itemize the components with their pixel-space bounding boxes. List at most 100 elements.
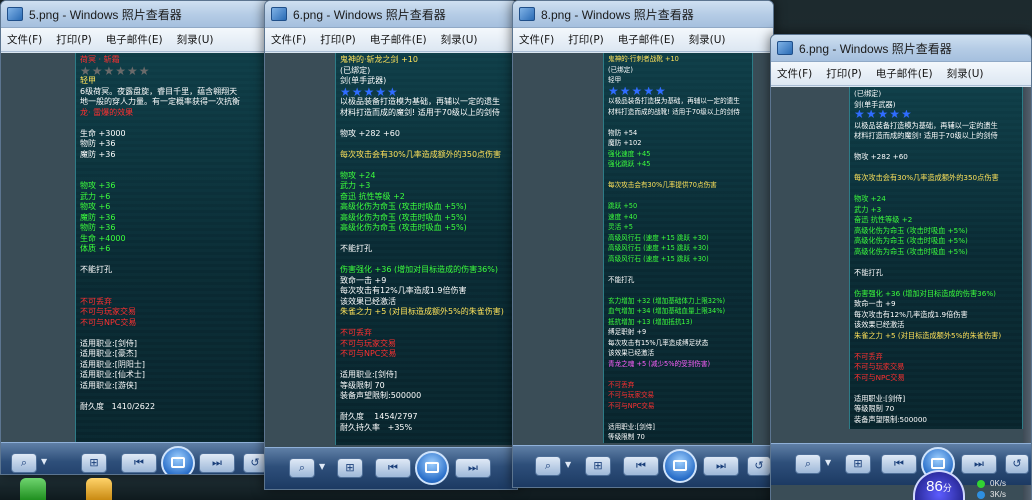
tooltip-line: 不可与玩家交易	[340, 338, 396, 348]
tooltip-line	[80, 286, 260, 297]
tooltip-line: 装备声望限制:500000	[854, 414, 927, 424]
zoom-dropdown-icon[interactable]: ▼	[565, 460, 571, 469]
previous-button[interactable]: ⏮	[121, 453, 157, 473]
menu-email[interactable]: 电子邮件(E)	[618, 32, 675, 47]
slideshow-icon	[673, 460, 687, 471]
next-button[interactable]: ⏭	[961, 454, 997, 474]
menu-burn[interactable]: 刻录(U)	[689, 32, 726, 47]
rotate-button[interactable]: ↺	[1005, 454, 1029, 474]
tooltip-line	[854, 425, 1018, 429]
tooltip-line: 轻甲	[80, 76, 96, 85]
tooltip-line: 体质 +6	[80, 244, 111, 253]
title-bar[interactable]: 6.png - Windows 照片查看器	[265, 1, 517, 28]
photo-viewer-window-5[interactable]: 5.png - Windows 照片查看器 文件(F) 打印(P) 电子邮件(E…	[0, 0, 272, 475]
zoom-button[interactable]: ⌕	[289, 458, 315, 478]
tooltip-line	[340, 234, 514, 245]
taskbar-app-icon[interactable]	[86, 478, 112, 500]
fit-icon: ⊞	[853, 457, 863, 470]
upload-speed: 0K/s	[990, 479, 1007, 488]
fit-icon: ⊞	[345, 461, 355, 474]
tooltip-line: 适用职业:[阴阳士]	[80, 359, 145, 369]
previous-button[interactable]: ⏮	[881, 454, 917, 474]
viewer-toolbar: ⌕ ▼ ⊞ ⏮ ⏭ ↺	[1, 442, 271, 474]
next-button[interactable]: ⏭	[455, 458, 491, 478]
window-title: 8.png - Windows 照片查看器	[541, 8, 694, 22]
tooltip-line: 不能打孔	[854, 267, 883, 277]
slideshow-button[interactable]	[161, 446, 195, 474]
slideshow-icon	[931, 458, 945, 469]
zoom-button[interactable]: ⌕	[11, 453, 37, 473]
tooltip-lines: 鬼神的·斩龙之剑 +10 (已绑定) 剑(单手武器) ★★★★★ 以极品装备打造模为基础…	[340, 55, 514, 433]
zoom-dropdown-icon[interactable]: ▼	[41, 457, 47, 466]
fit-button[interactable]: ⊞	[845, 454, 871, 474]
photo-viewer-window-8[interactable]: 8.png - Windows 照片查看器 文件(F) 打印(P) 电子邮件(E…	[512, 0, 774, 488]
previous-button[interactable]: ⏮	[375, 458, 411, 478]
next-button[interactable]: ⏭	[703, 456, 739, 476]
tooltip-line: 魔防 +36	[80, 149, 116, 159]
download-speed: 3K/s	[990, 490, 1007, 499]
menu-print[interactable]: 打印(P)	[56, 32, 92, 47]
photo-viewer-window-6-right[interactable]: 6.png - Windows 照片查看器 文件(F) 打印(P) 电子邮件(E…	[770, 34, 1032, 500]
tooltip-line	[340, 255, 514, 266]
taskbar-app-icon[interactable]	[20, 478, 46, 500]
tooltip-line: 材料打造而成的战靴! 适用于70级以上的剑侍	[608, 107, 740, 116]
title-bar[interactable]: 6.png - Windows 照片查看器	[771, 35, 1031, 62]
tooltip-line: 不能打孔	[340, 244, 372, 253]
prev-icon: ⏮	[388, 461, 398, 474]
menu-file[interactable]: 文件(F)	[271, 32, 306, 47]
tooltip-line: 材料打造而成的魔剑! 适用于70级以上的剑侍	[340, 107, 500, 117]
menu-file[interactable]: 文件(F)	[777, 66, 812, 81]
slideshow-button[interactable]	[663, 449, 697, 483]
tooltip-line: 该效果已经激活	[608, 349, 655, 357]
tooltip-line: 灵活 +5	[608, 223, 634, 231]
tooltip-line: 该效果已经激活	[340, 296, 396, 306]
tooltip-line: 魔防 +36	[80, 212, 116, 222]
rotate-icon: ↺	[250, 456, 260, 469]
menu-email[interactable]: 电子邮件(E)	[106, 32, 163, 47]
menu-burn[interactable]: 刻录(U)	[947, 66, 984, 81]
menu-file[interactable]: 文件(F)	[519, 32, 554, 47]
tooltip-line: 剑(单手武器)	[340, 76, 387, 85]
menu-email[interactable]: 电子邮件(E)	[876, 66, 933, 81]
zoom-button[interactable]: ⌕	[535, 456, 561, 476]
menu-burn[interactable]: 刻录(U)	[177, 32, 214, 47]
tooltip-line: 不可丢弃	[854, 351, 883, 361]
game-tooltip-image: 鬼神的·斩龙之剑 +10 (已绑定) 剑(单手武器) ★★★★★ 以极品装备打造模为基础…	[335, 53, 517, 445]
photo-viewer-window-6[interactable]: 6.png - Windows 照片查看器 文件(F) 打印(P) 电子邮件(E…	[264, 0, 518, 490]
fit-button[interactable]: ⊞	[81, 453, 107, 473]
menu-print[interactable]: 打印(P)	[568, 32, 604, 47]
fit-button[interactable]: ⊞	[585, 456, 611, 476]
zoom-icon: ⌕	[298, 461, 306, 474]
tooltip-line: 地一般的穿人力量。有一定概率获得一次抗衡	[80, 97, 240, 106]
tooltip-line: 等级限制 70	[608, 433, 645, 441]
menu-bar: 文件(F) 打印(P) 电子邮件(E) 刻录(U)	[771, 62, 1031, 86]
menu-burn[interactable]: 刻录(U)	[441, 32, 478, 47]
slideshow-button[interactable]	[415, 451, 449, 485]
next-icon: ⏭	[468, 461, 478, 474]
app-icon	[519, 7, 535, 21]
next-icon: ⏭	[212, 456, 222, 469]
tooltip-line: 等级限制 70	[340, 380, 385, 390]
previous-button[interactable]: ⏮	[623, 456, 659, 476]
tooltip-line: 强化速度 +45	[608, 149, 651, 158]
title-bar[interactable]: 5.png - Windows 照片查看器	[1, 1, 271, 28]
rotate-button[interactable]: ↺	[747, 456, 771, 476]
tooltip-line: 每次攻击有12%几率造成1.9倍伤害	[340, 286, 467, 295]
title-bar[interactable]: 8.png - Windows 照片查看器	[513, 1, 773, 28]
zoom-dropdown-icon[interactable]: ▼	[319, 462, 325, 471]
menu-email[interactable]: 电子邮件(E)	[370, 32, 427, 47]
tooltip-line: 不可与NPC交易	[340, 349, 397, 358]
tooltip-line	[80, 328, 260, 339]
tooltip-line	[340, 318, 514, 329]
image-area: 鬼神的·斩龙之剑 +10 (已绑定) 剑(单手武器) ★★★★★ 以极品装备打造模为基础…	[265, 53, 517, 489]
prev-icon: ⏮	[636, 459, 646, 472]
prev-icon: ⏮	[894, 457, 904, 470]
menu-file[interactable]: 文件(F)	[7, 32, 42, 47]
menu-print[interactable]: 打印(P)	[320, 32, 356, 47]
zoom-dropdown-icon[interactable]: ▼	[825, 458, 831, 467]
zoom-button[interactable]: ⌕	[795, 454, 821, 474]
fit-button[interactable]: ⊞	[337, 458, 363, 478]
menu-print[interactable]: 打印(P)	[826, 66, 862, 81]
next-button[interactable]: ⏭	[199, 453, 235, 473]
app-icon	[777, 41, 793, 55]
